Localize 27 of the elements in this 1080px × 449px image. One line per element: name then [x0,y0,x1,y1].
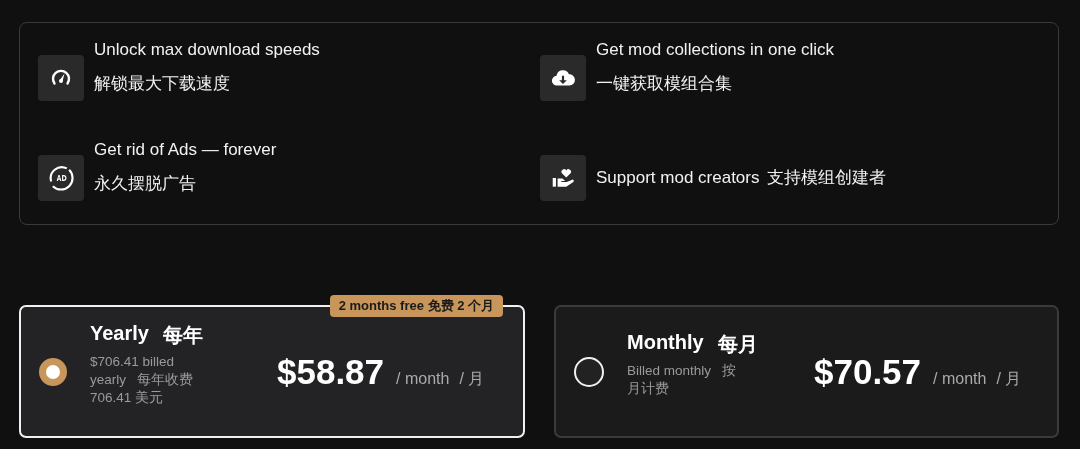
period-label: / 月 [996,368,1022,389]
billing-note: $706.41 billed yearly 每年收费 706.41 美元 [90,353,195,407]
feature-subtitle: 支持模组创建者 [767,167,887,189]
cloud-download-icon [540,55,586,101]
price: $58.87 [277,351,385,392]
plan-card[interactable]: Monthly 每月 Billed monthly 按月计费 $70.57 / month / 月 [554,305,1059,438]
feature-subtitle: 解锁最大下载速度 [94,73,231,95]
discount-badge: 2 months free 免费 2 个月 [329,295,503,317]
feature-title: Support mod creators [596,167,760,189]
feature-title: Unlock max download speeds [94,39,320,61]
radio-button[interactable] [39,357,67,386]
period-label: / month [933,369,987,388]
no-ads-icon [38,155,84,201]
plan-name: 每月 [717,332,758,357]
feature-title: Get mod collections in one click [596,39,835,61]
plan-name: 每年 [162,323,203,348]
billing-note: Billed monthly 按月计费 [627,362,738,398]
plan-name: Monthly [627,331,704,355]
feature-subtitle: 一键获取模组合集 [596,73,733,95]
plan-name: Yearly [90,322,149,346]
period-label: / 月 [459,368,485,389]
price: $70.57 [814,351,922,392]
heart-hand-icon [540,155,586,201]
feature-subtitle: 永久摆脱广告 [94,173,197,195]
speedometer-icon [38,55,84,101]
feature-title: Get rid of Ads — forever [94,139,277,161]
period-label: / month [396,369,450,388]
